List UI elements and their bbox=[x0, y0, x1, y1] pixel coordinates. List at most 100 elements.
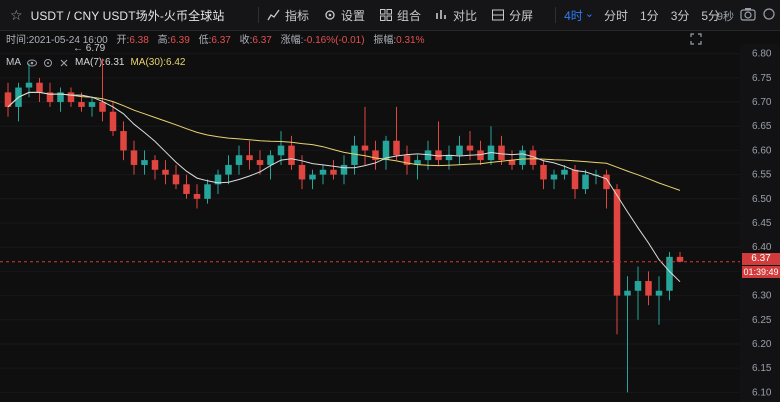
candle bbox=[477, 140, 484, 165]
candlestick-chart[interactable]: 6.806.756.706.656.606.556.506.456.406.35… bbox=[0, 44, 780, 402]
candle bbox=[330, 160, 337, 180]
ma-name: MA bbox=[6, 57, 21, 68]
candle-body bbox=[109, 111, 117, 132]
ma-legend: MA MA(7):6.31 MA(30):6.42 bbox=[6, 57, 186, 68]
candle-body bbox=[246, 155, 253, 161]
candle-body bbox=[67, 92, 75, 103]
candle bbox=[393, 106, 400, 161]
candle-body bbox=[445, 155, 453, 161]
camera-icon[interactable] bbox=[740, 7, 756, 21]
more-icon[interactable] bbox=[762, 7, 776, 21]
candle bbox=[246, 140, 253, 170]
period-tab[interactable]: 4时 bbox=[564, 7, 583, 24]
ma30-value: MA(30):6.42 bbox=[130, 57, 186, 68]
grid-icon bbox=[380, 9, 393, 21]
candle-body bbox=[319, 169, 327, 175]
candle-body bbox=[78, 102, 85, 107]
split-icon bbox=[492, 9, 505, 21]
candle-body bbox=[193, 193, 201, 199]
candle bbox=[634, 266, 642, 320]
tool-compare[interactable]: 对比 bbox=[435, 7, 477, 24]
candle bbox=[225, 155, 232, 185]
candle bbox=[582, 169, 589, 194]
candle-body bbox=[277, 145, 285, 156]
tool-indicator[interactable]: 指标 bbox=[267, 7, 309, 24]
candle-body bbox=[162, 169, 169, 175]
candle-body bbox=[466, 145, 474, 151]
indicator-icon bbox=[267, 9, 280, 21]
tool-label: 设置 bbox=[341, 8, 366, 23]
y-tick-label: 6.30 bbox=[752, 291, 772, 302]
candle bbox=[445, 145, 453, 170]
tool-gear[interactable]: 设置 bbox=[323, 7, 365, 24]
chevron-down-icon[interactable]: ⌄ bbox=[585, 7, 594, 20]
candle-body bbox=[25, 82, 33, 88]
close-icon[interactable] bbox=[59, 58, 69, 68]
candle bbox=[36, 77, 43, 103]
toolbar-divider bbox=[258, 7, 259, 23]
candle bbox=[4, 82, 12, 117]
candle-body bbox=[393, 140, 400, 156]
candle-body bbox=[183, 184, 190, 194]
period-tab[interactable]: 3分 bbox=[671, 7, 690, 24]
y-tick-label: 6.20 bbox=[752, 339, 772, 350]
peak-price-label: ← 6.79 bbox=[73, 43, 106, 54]
candle-body bbox=[99, 102, 106, 112]
candle-body bbox=[624, 290, 631, 296]
candle-body bbox=[561, 169, 568, 175]
ma7-value: MA(7):6.31 bbox=[75, 57, 125, 68]
candle bbox=[592, 169, 600, 185]
candle bbox=[130, 140, 138, 175]
candle bbox=[382, 135, 390, 170]
candle-body bbox=[120, 131, 127, 151]
candle bbox=[414, 155, 421, 180]
candle bbox=[351, 135, 358, 175]
candle-body bbox=[655, 290, 663, 296]
candle-body bbox=[141, 160, 148, 165]
candle-body bbox=[582, 174, 589, 190]
y-tick-label: 6.25 bbox=[752, 315, 772, 326]
period-tab[interactable]: 分时 bbox=[604, 7, 628, 24]
candle bbox=[88, 97, 96, 117]
candle-body bbox=[151, 160, 159, 170]
candle bbox=[151, 155, 159, 180]
candle bbox=[15, 82, 22, 122]
candle-body bbox=[267, 155, 274, 165]
candle-body bbox=[288, 145, 295, 165]
candle bbox=[67, 87, 75, 107]
candle bbox=[603, 169, 610, 209]
candle bbox=[319, 164, 327, 185]
candle bbox=[141, 150, 148, 175]
candle-body bbox=[88, 102, 96, 107]
candle-body bbox=[330, 169, 337, 175]
candle bbox=[309, 169, 316, 190]
candle-countdown-tag: 01:39:49 bbox=[742, 266, 780, 278]
candle bbox=[214, 169, 222, 194]
candle bbox=[120, 121, 127, 161]
candle-body bbox=[256, 160, 264, 165]
tool-group: 指标 设置 组合 对比 分屏 bbox=[267, 7, 547, 24]
candle-body bbox=[540, 164, 547, 180]
candle bbox=[372, 140, 379, 170]
symbol-title: USDT / CNY USDT场外-火币全球站 bbox=[30, 8, 225, 23]
candle bbox=[540, 160, 547, 190]
gear-icon[interactable] bbox=[43, 58, 53, 68]
star-icon[interactable]: ☆ bbox=[10, 7, 23, 24]
candle-body bbox=[130, 150, 138, 165]
candle-body bbox=[571, 169, 579, 190]
period-tab[interactable]: 1分 bbox=[640, 7, 659, 24]
y-tick-label: 6.50 bbox=[752, 194, 772, 205]
tool-split[interactable]: 分屏 bbox=[491, 7, 533, 24]
candle-body bbox=[309, 174, 316, 180]
tool-label: 对比 bbox=[453, 8, 478, 23]
y-tick-label: 6.70 bbox=[752, 97, 772, 108]
candle-body bbox=[456, 145, 463, 156]
candle bbox=[456, 135, 463, 165]
tool-label: 指标 bbox=[285, 8, 310, 23]
tool-grid[interactable]: 组合 bbox=[379, 7, 421, 24]
candle-body bbox=[235, 155, 243, 165]
ma7-line bbox=[7, 91, 681, 283]
candle bbox=[435, 121, 442, 165]
eye-icon[interactable] bbox=[27, 58, 37, 68]
tool-label: 分屏 bbox=[509, 8, 534, 23]
